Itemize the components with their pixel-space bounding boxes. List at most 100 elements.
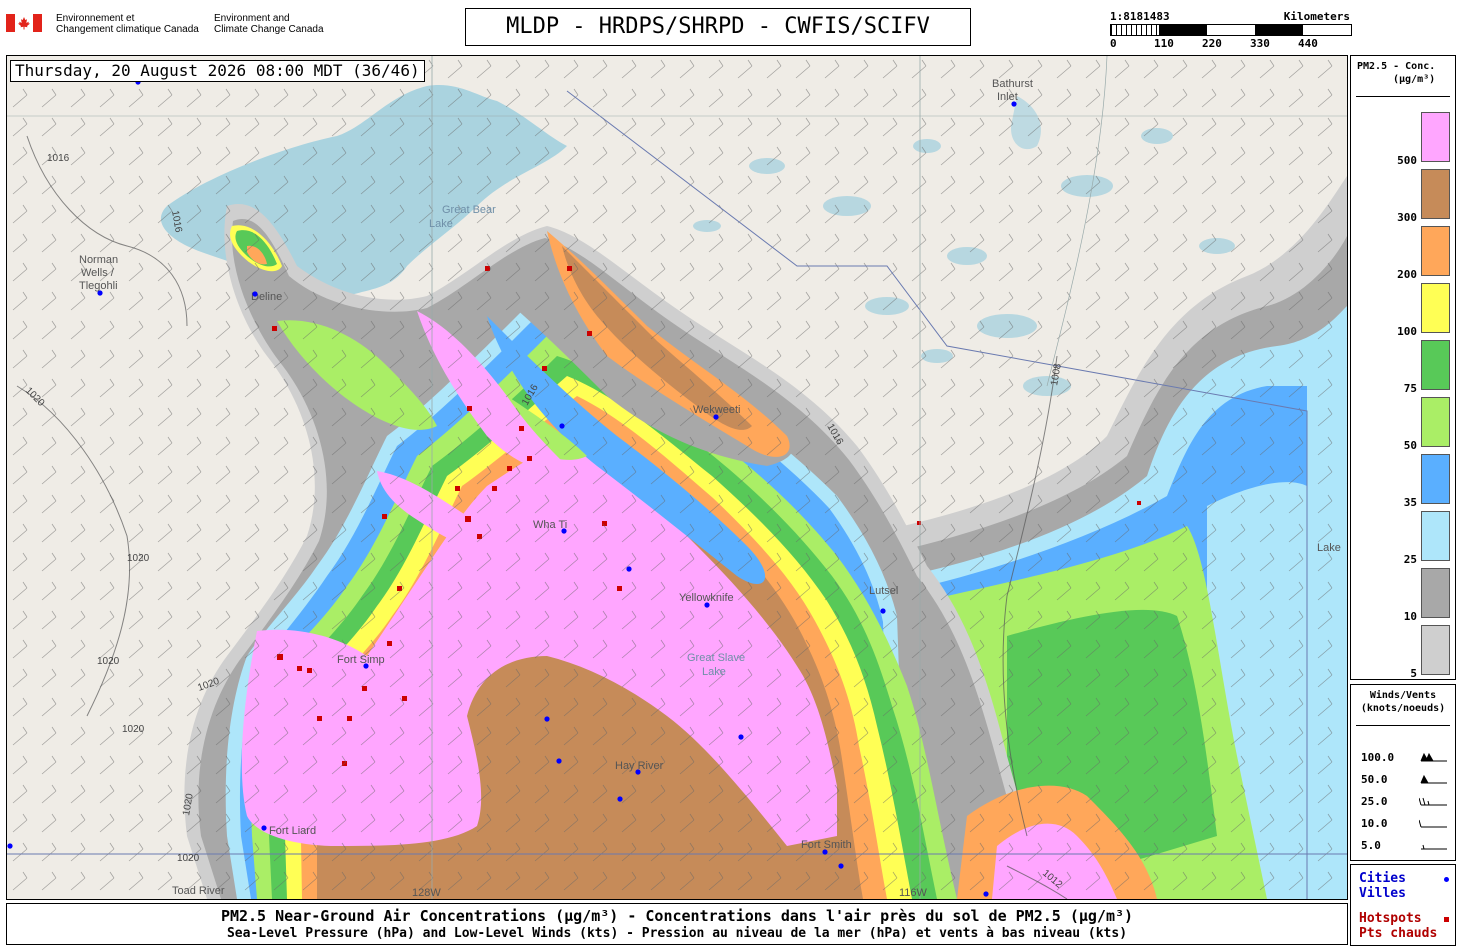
great-slave-lake-label: Great Slave [687,652,745,664]
gov-en-line2: Climate Change Canada [214,24,324,35]
scale-tick: 110 [1154,37,1174,50]
meridian-label: 116W [899,887,928,899]
cities-hotspots-legend: Cities Villes Hotspots Pts chauds [1350,864,1456,946]
pts-chauds-label: Pts chauds [1359,926,1438,941]
wind-speed-value: 25.0 [1361,795,1388,808]
forecast-timestamp: Thursday, 20 August 2026 08:00 MDT (36/4… [10,60,425,82]
map-caption: PM2.5 Near-Ground Air Concentrations (µg… [6,903,1348,945]
villes-label: Villes [1359,886,1406,901]
legend-color-swatch [1421,226,1450,276]
legend-color-swatch [1421,625,1450,675]
city-label-norman-wells: Norman [79,254,118,266]
legend-title-line1: PM2.5 - Conc. [1357,61,1436,72]
caption-line1: PM2.5 Near-Ground Air Concentrations (µg… [220,907,1134,925]
isobar-label: 1020 [122,724,145,735]
city-label-lutselke: Lutsel [869,585,898,597]
scale-ratio: 1:8181483 [1110,10,1170,23]
scale-bar [1110,24,1352,36]
city-label-fort-smith: Fort Smith [801,839,852,851]
city-label-fort-simpson: Fort Simp [337,654,385,666]
gov-fr-line2: Changement climatique Canada [56,24,199,35]
scale-units: Kilometers [1283,10,1350,23]
legend-level-value: 75 [1403,382,1417,395]
government-name-french: Environnement et Changement climatique C… [56,13,199,35]
hotspot-square-icon [1444,917,1449,922]
map-panel[interactable]: 1016 1016 1020 1020 1020 1020 1020 1020 … [6,55,1348,900]
isobar-label: 1020 [97,656,120,667]
wind-speed-value: 100.0 [1361,751,1395,764]
city-dot-icon [1444,877,1449,882]
city-label-wekweeti: Wekweeti [693,404,740,416]
city-label-norman-wells: Wells / [81,267,115,279]
city-label-yellowknife: Yellowknife [679,592,734,604]
legend-level-value: 25 [1403,553,1417,566]
legend-level-value: 300 [1397,211,1417,224]
legend-color-swatch [1421,397,1450,447]
legend-title: PM2.5 - Conc. (µg/m³) [1357,60,1435,86]
legend-level-value: 500 [1397,154,1417,167]
city-label-wha-ti: Wha Ti [533,519,567,531]
wind-legend-row: 50.0 [1361,773,1451,789]
legend-color-swatch [1421,454,1450,504]
legend-title-line2: (µg/m³) [1393,74,1436,85]
wind-title-line2: (knots/noeuds) [1360,703,1446,714]
meridian-label: 128W [412,887,441,899]
wind-legend-row: 100.0 [1361,751,1451,767]
government-name-english: Environment and Climate Change Canada [214,13,324,35]
legend-level-value: 5 [1410,667,1417,680]
wind-barb-icon [1421,844,1447,850]
legend-color-swatch [1421,112,1450,162]
great-bear-lake-label: Great Bear [442,204,496,216]
gov-en-line1: Environment and [214,13,290,24]
scale-tick: 440 [1298,37,1318,50]
wind-legend-row: 10.0 [1361,817,1451,833]
great-slave-lake-label: Lake [702,666,726,678]
page-title: MLDP - HRDPS/SHRPD - CWFIS/SCIFV [465,8,971,46]
legend-level-value: 200 [1397,268,1417,281]
wind-barb-icon [1420,774,1447,784]
legend-level-value: 35 [1403,496,1417,509]
lake-label: Lake [1317,542,1341,554]
legend-color-swatch [1421,169,1450,219]
legend-color-swatch [1421,283,1450,333]
cities-label: Cities [1359,871,1406,886]
isobar-label: 1016 [47,153,70,164]
hotspots-label: Hotspots [1359,911,1422,926]
city-label-toad-river: Toad River [172,885,225,897]
wind-legend-title: Winds/Vents (knots/noeuds) [1351,689,1455,715]
government-of-canada-logo: Environnement et Changement climatique C… [6,12,336,42]
legend-level-value: 10 [1403,610,1417,623]
wind-speed-value: 10.0 [1361,817,1388,830]
wind-legend-row: 5.0 [1361,839,1451,855]
wind-barb-overlay [7,56,1347,899]
city-label-bathurst-inlet: Inlet [997,91,1018,103]
scale-tick: 330 [1250,37,1270,50]
city-label-fort-liard: Fort Liard [269,825,316,837]
legend-color-swatch [1421,511,1450,561]
wind-barb-icon [1420,752,1447,762]
wind-legend: Winds/Vents (knots/noeuds) 100.0 50.0 25.0… [1350,684,1456,861]
wind-legend-divider [1356,725,1450,726]
wind-title-line1: Winds/Vents [1369,690,1437,701]
great-bear-lake-label: Lake [429,218,453,230]
legend-divider [1356,96,1450,97]
wind-legend-row: 25.0 [1361,795,1451,811]
scale-tick: 0 [1110,37,1117,50]
legend-color-swatch [1421,340,1450,390]
map-scale: 1:8181483 Kilometers 0 110 220 330 440 [1110,10,1352,50]
legend-color-swatch [1421,568,1450,618]
legend-level-value: 100 [1397,325,1417,338]
wind-barb-icon [1419,819,1447,828]
wind-speed-value: 5.0 [1361,839,1381,852]
city-label-bathurst-inlet: Bathurst [992,78,1033,90]
isobar-label: 1020 [127,553,150,564]
scale-tick: 220 [1202,37,1222,50]
city-label-norman-wells: Tlegohli [79,280,118,292]
legend-level-value: 50 [1403,439,1417,452]
wind-speed-value: 50.0 [1361,773,1388,786]
pm25-map[interactable]: 1016 1016 1020 1020 1020 1020 1020 1020 … [7,56,1347,899]
pm25-legend: PM2.5 - Conc. (µg/m³) 500 300 200 100 75 50 35… [1350,55,1456,680]
canada-flag-icon [6,14,42,32]
gov-fr-line1: Environnement et [56,13,135,24]
wind-barb-icon [1419,797,1447,806]
